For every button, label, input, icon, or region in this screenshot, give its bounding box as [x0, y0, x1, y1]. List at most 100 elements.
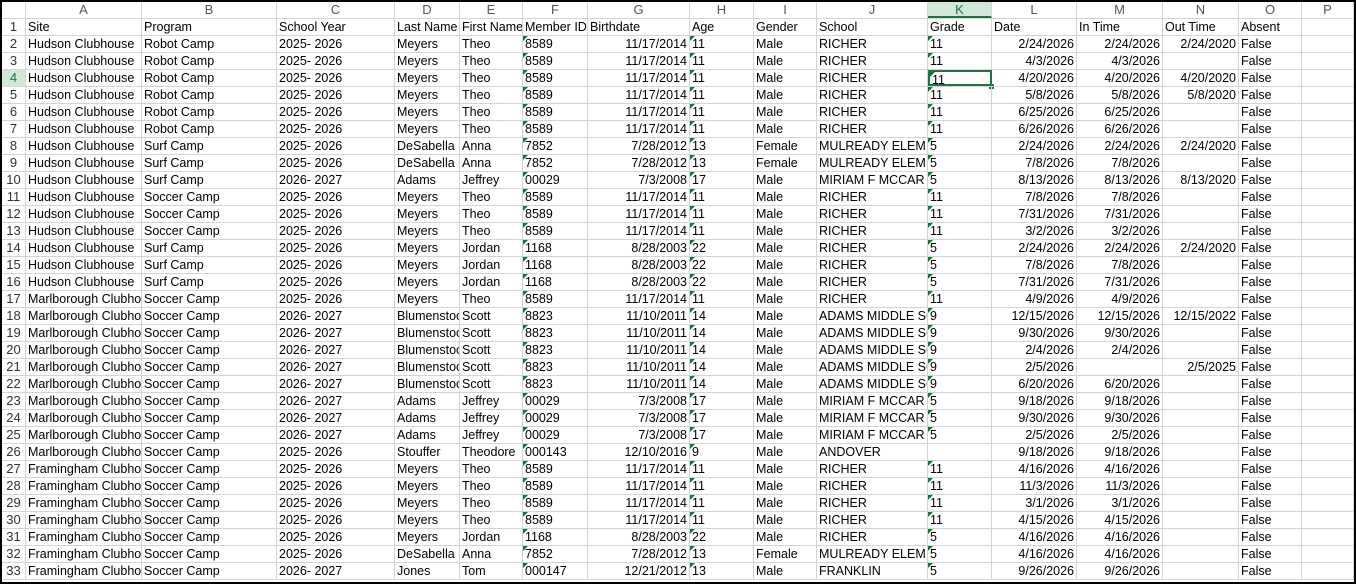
table-cell[interactable]: RICHER [817, 257, 928, 273]
table-cell[interactable]: 2/5/2026 [992, 359, 1077, 375]
table-cell[interactable]: Marlborough Clubhouse [26, 376, 142, 392]
table-cell[interactable]: 8589 [523, 223, 588, 239]
column-header-i[interactable]: I [754, 2, 817, 18]
table-cell[interactable]: Theo [460, 53, 523, 69]
row-number[interactable]: 29 [2, 495, 26, 511]
row-number[interactable]: 7 [2, 121, 26, 137]
table-cell[interactable]: 3/2/2026 [992, 223, 1077, 239]
table-cell[interactable]: False [1239, 36, 1302, 52]
table-cell[interactable]: 9/26/2026 [992, 563, 1077, 579]
table-cell[interactable]: 8589 [523, 478, 588, 494]
table-cell[interactable]: Male [754, 478, 817, 494]
table-cell[interactable]: RICHER [817, 206, 928, 222]
table-cell[interactable]: Hudson Clubhouse [26, 104, 142, 120]
table-cell[interactable]: 7/8/2026 [992, 155, 1077, 171]
table-cell[interactable]: Soccer Camp [142, 563, 277, 579]
table-cell[interactable]: Framingham Clubhouse [26, 529, 142, 545]
table-cell[interactable]: Male [754, 223, 817, 239]
table-cell[interactable]: Meyers [395, 512, 460, 528]
empty-cell[interactable] [1302, 155, 1354, 171]
table-cell[interactable]: 8/28/2003 [588, 257, 690, 273]
table-cell[interactable]: Hudson Clubhouse [26, 53, 142, 69]
table-cell[interactable]: Meyers [395, 240, 460, 256]
table-cell[interactable]: 1168 [523, 257, 588, 273]
row-number[interactable]: 28 [2, 478, 26, 494]
table-cell[interactable]: Scott [460, 376, 523, 392]
table-cell[interactable] [1163, 257, 1239, 273]
table-cell[interactable]: 7/8/2026 [1077, 155, 1163, 171]
column-header-j[interactable]: J [817, 2, 928, 18]
table-cell[interactable]: Framingham Clubhouse [26, 512, 142, 528]
table-cell[interactable]: 4/9/2026 [1077, 291, 1163, 307]
table-cell[interactable]: 2025- 2026 [277, 87, 395, 103]
table-cell[interactable]: Theo [460, 121, 523, 137]
table-cell[interactable]: False [1239, 274, 1302, 290]
table-cell[interactable]: Soccer Camp [142, 223, 277, 239]
table-cell[interactable]: 5 [928, 138, 992, 154]
row-number[interactable]: 20 [2, 342, 26, 358]
table-cell[interactable]: 8823 [523, 342, 588, 358]
table-cell[interactable]: Scott [460, 342, 523, 358]
table-cell[interactable]: 11 [928, 461, 992, 477]
table-cell[interactable]: 9 [928, 325, 992, 341]
column-title-cell[interactable]: Birthdate [588, 19, 690, 35]
table-cell[interactable]: Marlborough Clubhouse [26, 410, 142, 426]
table-cell[interactable]: Male [754, 291, 817, 307]
table-cell[interactable]: 5 [928, 240, 992, 256]
table-cell[interactable]: Male [754, 274, 817, 290]
table-cell[interactable]: Framingham Clubhouse [26, 478, 142, 494]
row-number[interactable]: 19 [2, 325, 26, 341]
table-cell[interactable]: 14 [690, 308, 754, 324]
table-cell[interactable]: 11/10/2011 [588, 359, 690, 375]
table-cell[interactable]: 11/10/2011 [588, 308, 690, 324]
table-cell[interactable]: 2/24/2020 [1163, 240, 1239, 256]
column-header-h[interactable]: H [690, 2, 754, 18]
table-cell[interactable]: 6/26/2026 [1077, 121, 1163, 137]
table-cell[interactable]: MIRIAM F MCCAR [817, 172, 928, 188]
table-cell[interactable] [1163, 410, 1239, 426]
empty-cell[interactable] [1302, 427, 1354, 443]
table-cell[interactable]: 2025- 2026 [277, 512, 395, 528]
row-number[interactable]: 26 [2, 444, 26, 460]
empty-cell[interactable] [1302, 308, 1354, 324]
table-cell[interactable]: 8589 [523, 495, 588, 511]
table-cell[interactable]: 11/17/2014 [588, 53, 690, 69]
empty-cell[interactable] [1302, 121, 1354, 137]
table-cell[interactable]: Soccer Camp [142, 376, 277, 392]
table-cell[interactable]: 13 [690, 138, 754, 154]
table-cell[interactable]: Soccer Camp [142, 546, 277, 562]
table-cell[interactable]: 11 [690, 512, 754, 528]
table-cell[interactable]: RICHER [817, 461, 928, 477]
table-cell[interactable]: 9/18/2026 [1077, 393, 1163, 409]
table-cell[interactable]: Tom [460, 563, 523, 579]
table-cell[interactable]: 5 [928, 546, 992, 562]
table-cell[interactable]: Meyers [395, 257, 460, 273]
table-cell[interactable]: 2025- 2026 [277, 257, 395, 273]
table-cell[interactable]: 11/17/2014 [588, 87, 690, 103]
table-cell[interactable]: Jeffrey [460, 427, 523, 443]
table-cell[interactable]: Surf Camp [142, 138, 277, 154]
row-number[interactable]: 30 [2, 512, 26, 528]
table-cell[interactable]: ADAMS MIDDLE SCHOOL [817, 325, 928, 341]
column-header-n[interactable]: N [1163, 2, 1239, 18]
table-cell[interactable]: 7/28/2012 [588, 155, 690, 171]
table-cell[interactable]: 22 [690, 529, 754, 545]
table-cell[interactable]: 5/8/2026 [992, 87, 1077, 103]
table-cell[interactable]: 11/17/2014 [588, 70, 690, 86]
table-cell[interactable]: 7852 [523, 155, 588, 171]
column-header-o[interactable]: O [1239, 2, 1302, 18]
table-cell[interactable]: Blumenstock [395, 325, 460, 341]
table-cell[interactable]: 5 [928, 257, 992, 273]
table-cell[interactable]: Male [754, 121, 817, 137]
table-cell[interactable]: Male [754, 87, 817, 103]
table-cell[interactable]: Adams [395, 427, 460, 443]
table-cell[interactable]: 17 [690, 172, 754, 188]
table-cell[interactable]: 2026- 2027 [277, 427, 395, 443]
table-cell[interactable]: Hudson Clubhouse [26, 172, 142, 188]
table-cell[interactable]: Theo [460, 104, 523, 120]
row-number[interactable]: 1 [2, 19, 26, 35]
table-cell[interactable]: 11 [928, 495, 992, 511]
table-cell[interactable]: Framingham Clubhouse [26, 546, 142, 562]
table-cell[interactable]: False [1239, 325, 1302, 341]
table-cell[interactable]: 2025- 2026 [277, 121, 395, 137]
